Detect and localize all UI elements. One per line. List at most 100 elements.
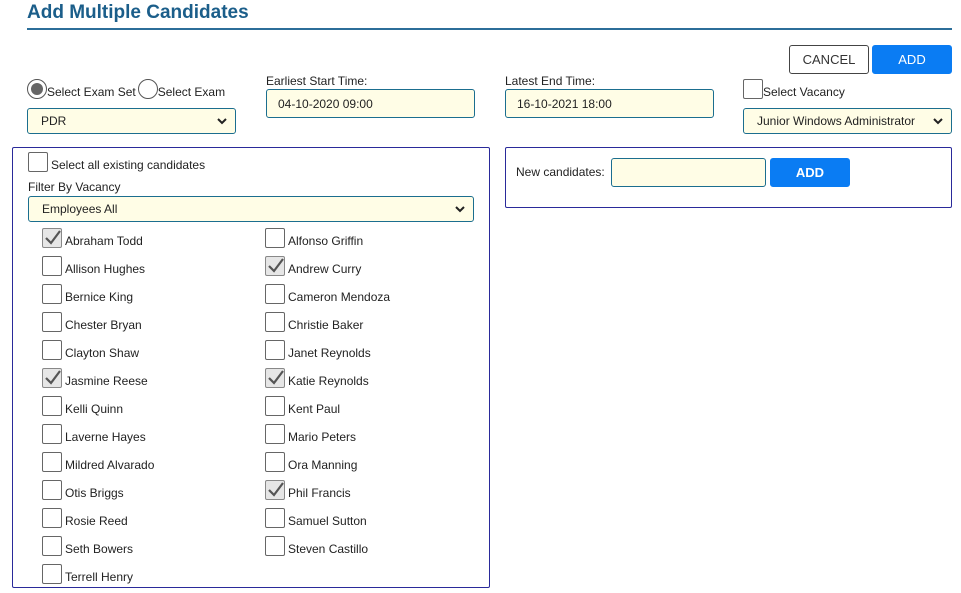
select-all-checkbox[interactable]: [28, 152, 48, 172]
filter-by-vacancy-label: Filter By Vacancy: [28, 180, 121, 194]
filter-vacancy-value: Employees All: [42, 202, 118, 216]
candidate-item: Otis Briggs: [42, 478, 124, 500]
candidate-checkbox[interactable]: [265, 312, 285, 332]
candidate-checkbox[interactable]: [42, 228, 62, 248]
vacancy-select[interactable]: Junior Windows Administrator: [743, 108, 952, 134]
candidate-name: Allison Hughes: [65, 262, 146, 276]
candidate-checkbox[interactable]: [265, 452, 285, 472]
candidate-checkbox[interactable]: [42, 368, 62, 388]
candidate-item: Clayton Shaw: [42, 338, 139, 360]
candidate-item: Steven Castillo: [265, 534, 368, 556]
latest-end-input[interactable]: 16-10-2021 18:00: [505, 89, 714, 118]
candidate-item: Abraham Todd: [42, 226, 143, 248]
candidate-checkbox[interactable]: [42, 256, 62, 276]
candidate-name: Jasmine Reese: [65, 374, 148, 388]
candidate-checkbox[interactable]: [265, 396, 285, 416]
cancel-button[interactable]: CANCEL: [789, 45, 869, 74]
chevron-down-icon: [933, 118, 943, 125]
candidate-name: Janet Reynolds: [288, 346, 371, 360]
select-exam-set-label: Select Exam Set: [47, 85, 136, 99]
candidate-name: Bernice King: [65, 290, 134, 304]
exam-set-select[interactable]: PDR: [27, 108, 236, 134]
candidate-name: Alfonso Griffin: [288, 234, 364, 248]
candidate-checkbox[interactable]: [42, 536, 62, 556]
candidate-item: Terrell Henry: [42, 562, 133, 584]
candidate-name: Steven Castillo: [288, 542, 369, 556]
candidate-checkbox[interactable]: [265, 536, 285, 556]
select-all-label: Select all existing candidates: [51, 158, 206, 172]
candidate-item: Chester Bryan: [42, 310, 142, 332]
candidate-name: Christie Baker: [288, 318, 364, 332]
filter-vacancy-select[interactable]: Employees All: [28, 196, 474, 222]
candidate-checkbox[interactable]: [42, 396, 62, 416]
candidate-item: Jasmine Reese: [42, 366, 148, 388]
candidate-item: Mario Peters: [265, 422, 356, 444]
add-button[interactable]: ADD: [872, 45, 952, 74]
vacancy-select-value: Junior Windows Administrator: [757, 114, 916, 128]
select-all-option: Select all existing candidates: [28, 152, 205, 172]
candidate-name: Seth Bowers: [65, 542, 134, 556]
latest-end-label: Latest End Time:: [505, 74, 596, 88]
select-vacancy-label: Select Vacancy: [763, 85, 845, 99]
candidate-checkbox[interactable]: [265, 424, 285, 444]
candidate-name: Mario Peters: [288, 430, 357, 444]
earliest-start-label: Earliest Start Time:: [266, 74, 368, 88]
candidate-item: Kelli Quinn: [42, 394, 123, 416]
candidate-item: Mildred Alvarado: [42, 450, 154, 472]
candidate-item: Janet Reynolds: [265, 338, 371, 360]
exam-set-select-value: PDR: [41, 114, 67, 128]
candidate-name: Otis Briggs: [65, 486, 124, 500]
candidate-checkbox[interactable]: [42, 284, 62, 304]
candidate-item: Alfonso Griffin: [265, 226, 363, 248]
candidate-name: Cameron Mendoza: [288, 290, 391, 304]
candidate-checkbox[interactable]: [265, 256, 285, 276]
candidate-checkbox[interactable]: [42, 340, 62, 360]
candidate-checkbox[interactable]: [42, 480, 62, 500]
candidate-checkbox[interactable]: [265, 480, 285, 500]
select-exam-radio[interactable]: [137, 79, 158, 99]
candidate-item: Andrew Curry: [265, 254, 361, 276]
candidate-checkbox[interactable]: [265, 340, 285, 360]
page-title: Add Multiple Candidates: [27, 2, 249, 23]
candidate-item: Phil Francis: [265, 478, 351, 500]
select-vacancy-option: Select Vacancy: [743, 79, 845, 99]
candidate-name: Terrell Henry: [65, 570, 134, 584]
new-candidates-input[interactable]: [611, 158, 766, 187]
candidate-checkbox[interactable]: [265, 228, 285, 248]
title-divider: [27, 28, 952, 30]
candidate-name: Andrew Curry: [288, 262, 362, 276]
candidate-checkbox[interactable]: [42, 564, 62, 584]
chevron-down-icon: [455, 206, 465, 213]
earliest-start-value: 04-10-2020 09:00: [278, 96, 373, 111]
new-candidates-label: New candidates:: [516, 165, 605, 179]
candidate-name: Ora Manning: [288, 458, 358, 472]
chevron-down-icon: [217, 118, 227, 125]
candidate-checkbox[interactable]: [42, 424, 62, 444]
candidate-checkbox[interactable]: [42, 508, 62, 528]
candidate-item: Cameron Mendoza: [265, 282, 390, 304]
candidate-item: Ora Manning: [265, 450, 357, 472]
candidate-name: Phil Francis: [288, 486, 351, 500]
candidate-name: Rosie Reed: [65, 514, 128, 528]
candidate-checkbox[interactable]: [265, 508, 285, 528]
candidate-checkbox[interactable]: [42, 452, 62, 472]
candidate-checkbox[interactable]: [42, 312, 62, 332]
candidate-item: Bernice King: [42, 282, 133, 304]
candidate-checkbox[interactable]: [265, 368, 285, 388]
candidate-item: Allison Hughes: [42, 254, 145, 276]
add-new-candidates-button[interactable]: ADD: [770, 158, 850, 187]
candidate-name: Kent Paul: [288, 402, 341, 416]
candidate-item: Kent Paul: [265, 394, 340, 416]
candidate-item: Seth Bowers: [42, 534, 133, 556]
candidate-checkbox[interactable]: [265, 284, 285, 304]
candidate-name: Samuel Sutton: [288, 514, 367, 528]
candidate-name: Chester Bryan: [65, 318, 142, 332]
select-vacancy-checkbox[interactable]: [743, 79, 763, 99]
candidate-name: Kelli Quinn: [65, 402, 124, 416]
candidate-item: Laverne Hayes: [42, 422, 146, 444]
candidate-item: Katie Reynolds: [265, 366, 369, 388]
earliest-start-input[interactable]: 04-10-2020 09:00: [266, 89, 475, 118]
candidate-item: Rosie Reed: [42, 506, 128, 528]
candidate-name: Clayton Shaw: [65, 346, 140, 360]
select-exam-set-radio[interactable]: [27, 79, 47, 99]
